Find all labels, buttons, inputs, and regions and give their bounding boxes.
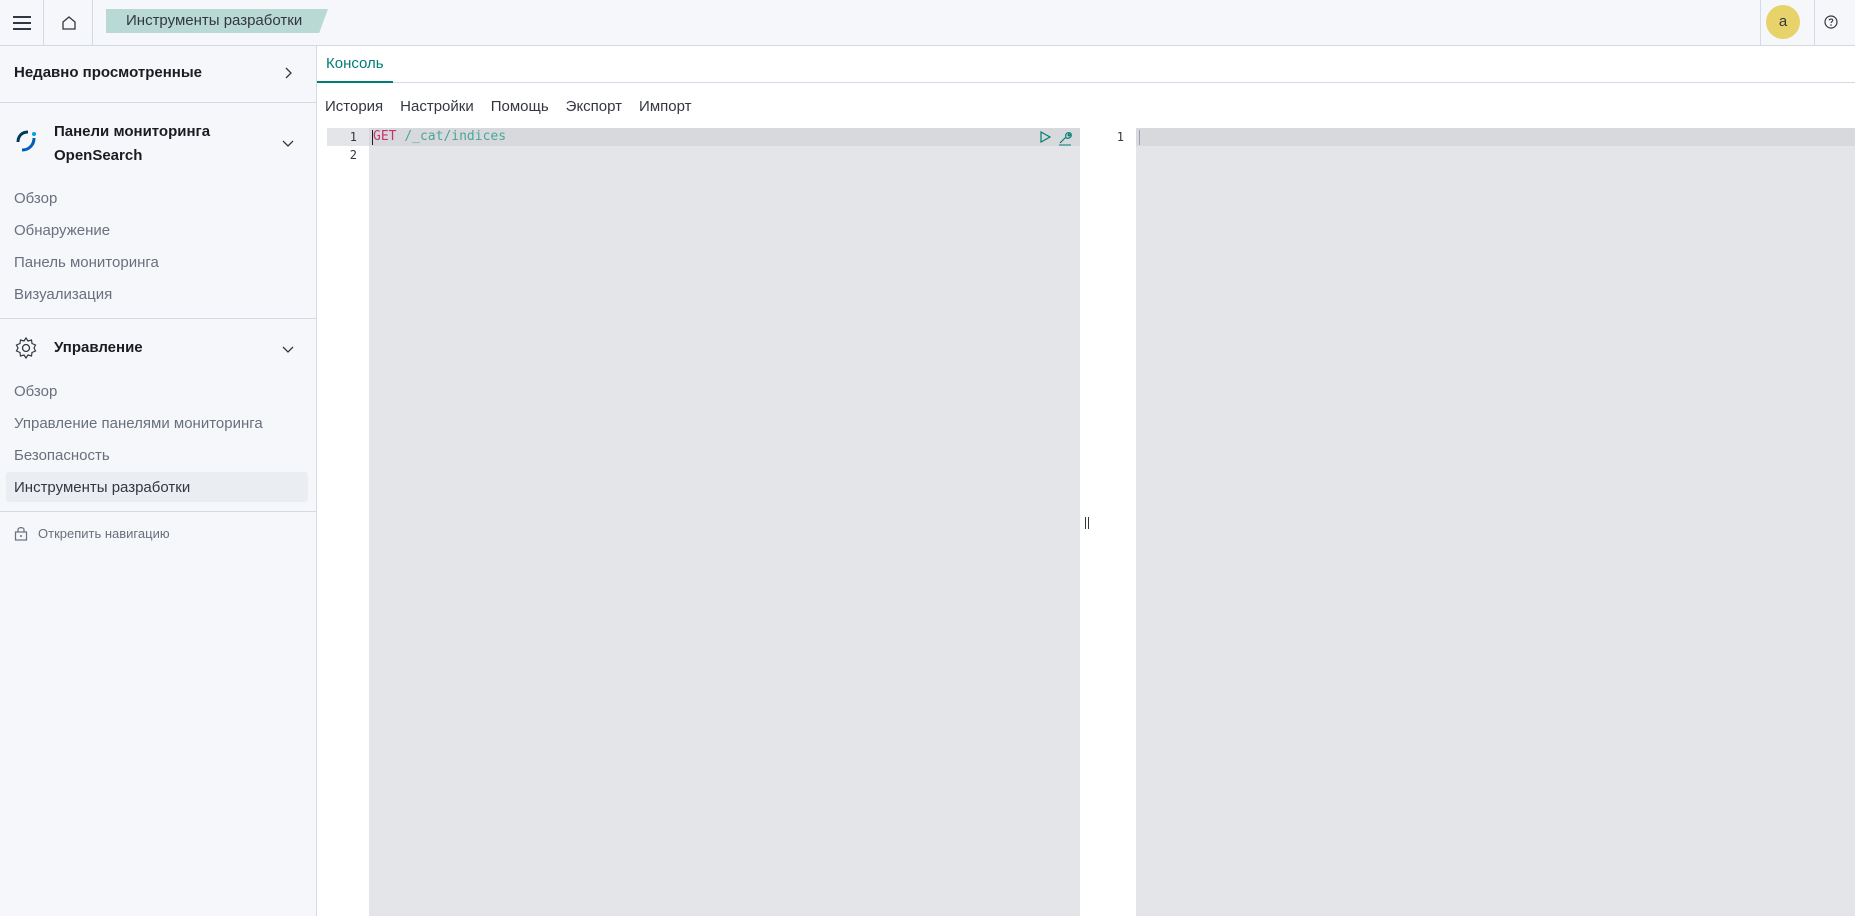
chevron-right-icon[interactable] <box>281 66 295 80</box>
import-button[interactable]: Импорт <box>639 98 691 115</box>
unpin-navigation-label: Открепить навигацию <box>38 525 170 541</box>
text-cursor <box>372 130 373 145</box>
sidebar-item-visualize[interactable]: Визуализация <box>14 286 112 303</box>
sidebar-item-management-overview[interactable]: Обзор <box>14 383 57 400</box>
opensearch-logo-icon <box>16 130 36 152</box>
top-header: Инструменты разработки a <box>0 0 1855 46</box>
history-button[interactable]: История <box>325 98 383 115</box>
sidebar-divider <box>0 511 316 512</box>
group-title-line: OpenSearch <box>54 147 143 164</box>
active-line-highlight <box>1136 128 1855 146</box>
tab-bar: Консоль <box>317 46 1855 83</box>
chevron-down-icon[interactable] <box>281 136 295 150</box>
line-number: 2 <box>349 148 357 162</box>
sidebar-item-dashboard[interactable]: Панель мониторинга <box>14 254 159 271</box>
request-line[interactable]: GET /_cat/indices <box>373 129 506 144</box>
home-icon <box>61 15 76 30</box>
resize-handle-icon[interactable] <box>1085 517 1089 529</box>
hamburger-icon <box>12 15 31 30</box>
home-button[interactable] <box>45 0 93 45</box>
management-group-title[interactable]: Управление <box>54 339 143 356</box>
user-avatar[interactable]: a <box>1766 5 1800 39</box>
console-toolbar: История Настройки Помощь Экспорт Импорт <box>325 98 692 115</box>
sidebar-item-dev-tools[interactable]: Инструменты разработки <box>14 479 190 496</box>
sidebar-item-dashboards-management[interactable]: Управление панелями мониторинга <box>14 415 263 432</box>
sidebar-divider <box>0 318 316 319</box>
output-gutter <box>1094 128 1136 916</box>
help-icon[interactable] <box>1823 14 1839 30</box>
line-number: 1 <box>349 130 357 144</box>
settings-button[interactable]: Настройки <box>400 98 474 115</box>
group-title-line: Панели мониторинга <box>54 123 211 140</box>
editor-gutter <box>327 128 369 916</box>
opensearch-dashboards-group-title[interactable]: Панели мониторинга OpenSearch <box>54 120 210 168</box>
recently-viewed-title[interactable]: Недавно просмотренные <box>14 64 202 81</box>
unpin-navigation-button[interactable]: Открепить навигацию <box>14 525 170 541</box>
request-method: GET <box>373 129 397 144</box>
export-button[interactable]: Экспорт <box>566 98 622 115</box>
gear-icon <box>15 336 37 360</box>
tab-console[interactable]: Консоль <box>317 46 393 83</box>
play-icon[interactable] <box>1039 131 1051 143</box>
wrench-icon[interactable] <box>1057 130 1073 146</box>
breadcrumb-current[interactable]: Инструменты разработки <box>106 9 328 33</box>
sidebar-divider <box>0 102 316 103</box>
help-button[interactable]: Помощь <box>491 98 549 115</box>
dev-tools-main: Консоль История Настройки Помощь Экспорт… <box>317 46 1855 916</box>
header-divider <box>1814 0 1815 45</box>
line-number: 1 <box>1116 130 1124 144</box>
sidebar-item-discover[interactable]: Обнаружение <box>14 222 110 239</box>
lock-icon <box>14 527 28 541</box>
request-path: /_cat/indices <box>404 129 507 144</box>
header-divider <box>1760 0 1761 45</box>
sidebar-item-security[interactable]: Безопасность <box>14 447 110 464</box>
chevron-down-icon[interactable] <box>281 342 295 356</box>
sidebar-item-overview[interactable]: Обзор <box>14 190 57 207</box>
text-cursor <box>1139 130 1140 145</box>
side-navigation: Недавно просмотренные Панели мониторинга… <box>0 46 317 916</box>
request-editor[interactable]: 1 2 GET /_cat/indices <box>327 128 1080 916</box>
menu-toggle-button[interactable] <box>0 0 44 45</box>
response-output[interactable]: 1 <box>1094 128 1855 916</box>
